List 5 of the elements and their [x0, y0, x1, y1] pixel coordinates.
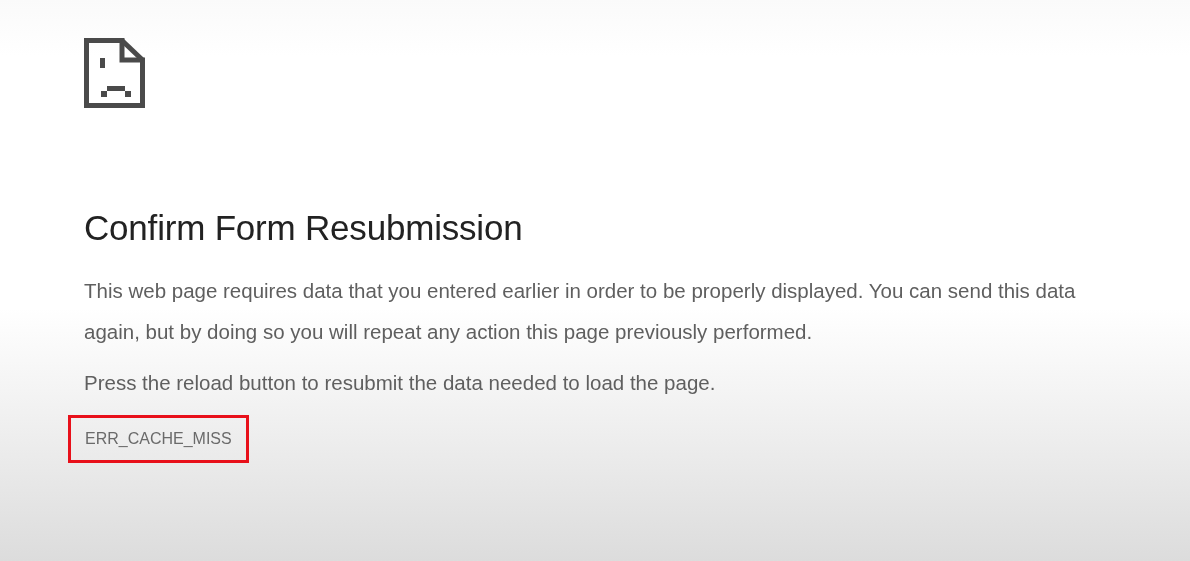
error-description: This web page requires data that you entered earlier in order to be properly displayed. You can send this data again, but by doing so you will repeat any action this page previously performed.	[84, 278, 1077, 345]
error-heading: Confirm Form Resubmission	[84, 208, 523, 248]
sad-page-icon	[84, 38, 146, 108]
error-code: ERR_CACHE_MISS	[68, 415, 249, 463]
error-description: Press the reload button to resubmit the data needed to load the page.	[84, 370, 717, 396]
